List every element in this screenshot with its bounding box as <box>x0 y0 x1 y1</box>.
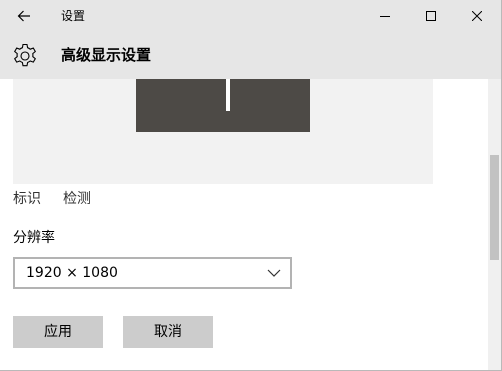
close-icon <box>472 11 482 21</box>
arrow-left-icon <box>17 10 30 22</box>
minimize-icon <box>380 16 390 17</box>
resolution-label: 分辨率 <box>13 230 55 246</box>
minimize-button[interactable] <box>362 0 408 32</box>
scrollbar-thumb[interactable] <box>490 155 499 260</box>
back-button[interactable] <box>8 2 40 30</box>
maximize-button[interactable] <box>408 0 454 32</box>
app-title: 设置 <box>61 9 86 23</box>
content-area: 标识 检测 分辨率 1920 × 1080 应用 取消 <box>0 79 488 370</box>
title-bar: 设置 <box>0 0 501 32</box>
display-preview <box>13 79 433 184</box>
identify-link[interactable]: 标识 <box>13 187 41 211</box>
close-button[interactable] <box>454 0 500 32</box>
monitor-tile[interactable] <box>136 79 310 132</box>
settings-window: 设置 高级显示设置 标识 检测 分辨率 1920 × 1080 应用 取消 <box>0 0 502 371</box>
apply-button[interactable]: 应用 <box>13 316 103 348</box>
maximize-icon <box>426 11 436 21</box>
vertical-scrollbar[interactable] <box>488 79 501 370</box>
page-title: 高级显示设置 <box>61 46 152 64</box>
page-header: 高级显示设置 <box>0 32 501 79</box>
detect-link[interactable]: 检测 <box>63 187 91 211</box>
cancel-button[interactable]: 取消 <box>123 316 213 348</box>
monitor-divider <box>226 79 230 111</box>
chevron-down-icon <box>267 269 281 277</box>
resolution-dropdown[interactable]: 1920 × 1080 <box>13 257 292 289</box>
gear-icon <box>13 43 37 67</box>
resolution-value: 1920 × 1080 <box>26 265 118 281</box>
